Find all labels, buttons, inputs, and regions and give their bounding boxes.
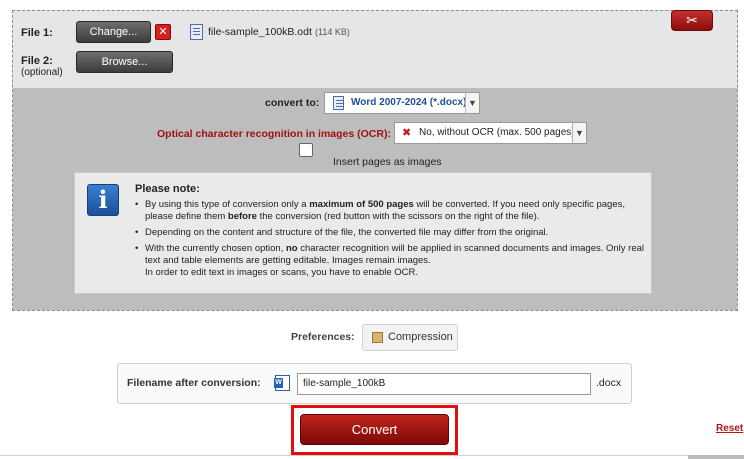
reset-link[interactable]: Reset bbox=[716, 423, 743, 434]
filename-label: Filename after conversion: bbox=[127, 377, 261, 389]
filename-extension: .docx bbox=[596, 377, 622, 389]
file2-optional-label: (optional) bbox=[21, 67, 63, 78]
ocr-label: Optical character recognition in images … bbox=[157, 128, 391, 140]
bottom-divider bbox=[0, 455, 744, 456]
chevron-down-icon: ▼ bbox=[465, 93, 479, 113]
browse-button[interactable]: Browse... bbox=[76, 51, 173, 73]
convert-to-value: Word 2007-2024 (*.docx) bbox=[351, 97, 467, 108]
change-file-button[interactable]: Change... bbox=[76, 21, 151, 43]
convert-to-label: convert to: bbox=[265, 97, 320, 109]
note-title: Please note: bbox=[135, 183, 200, 195]
file2-label: File 2: bbox=[21, 55, 53, 67]
ocr-select[interactable]: ✖ No, without OCR (max. 500 pages) ▼ bbox=[394, 122, 587, 144]
chevron-down-icon: ▼ bbox=[572, 123, 586, 143]
file-name: file-sample_100kB.odt bbox=[208, 26, 312, 38]
scissors-icon[interactable]: ✂ bbox=[671, 10, 713, 31]
compression-button[interactable]: Compression bbox=[362, 324, 458, 351]
no-ocr-x-icon: ✖ bbox=[402, 127, 412, 139]
note-item-ocr-info: With the currently chosen option, no cha… bbox=[135, 243, 645, 279]
file-document-icon bbox=[190, 24, 203, 40]
note-item-page-limit: By using this type of conversion only a … bbox=[135, 199, 645, 223]
scrollbar-stub bbox=[688, 455, 744, 459]
file-size: (114 KB) bbox=[315, 27, 350, 37]
ocr-value: No, without OCR (max. 500 pages) bbox=[419, 127, 575, 138]
preferences-label: Preferences: bbox=[291, 331, 355, 343]
compression-label: Compression bbox=[388, 331, 453, 343]
document-format-icon bbox=[333, 96, 344, 110]
filename-box: Filename after conversion: file-sample_1… bbox=[117, 363, 632, 404]
word-document-icon bbox=[274, 375, 290, 391]
convert-button[interactable]: Convert bbox=[300, 414, 449, 445]
compression-icon bbox=[372, 332, 383, 343]
note-list: By using this type of conversion only a … bbox=[135, 199, 645, 283]
convert-to-select[interactable]: Word 2007-2024 (*.docx) ▼ bbox=[324, 92, 480, 114]
file1-label: File 1: bbox=[21, 27, 53, 39]
info-icon: i bbox=[87, 184, 119, 216]
insert-pages-checkbox[interactable] bbox=[299, 143, 313, 157]
insert-pages-label[interactable]: Insert pages as images bbox=[333, 156, 442, 168]
filename-input[interactable]: file-sample_100kB bbox=[297, 373, 591, 395]
remove-file-x-icon[interactable]: ✕ bbox=[155, 24, 171, 40]
please-note-box: i Please note: By using this type of con… bbox=[74, 172, 652, 294]
note-item-may-differ: Depending on the content and structure o… bbox=[135, 227, 645, 239]
